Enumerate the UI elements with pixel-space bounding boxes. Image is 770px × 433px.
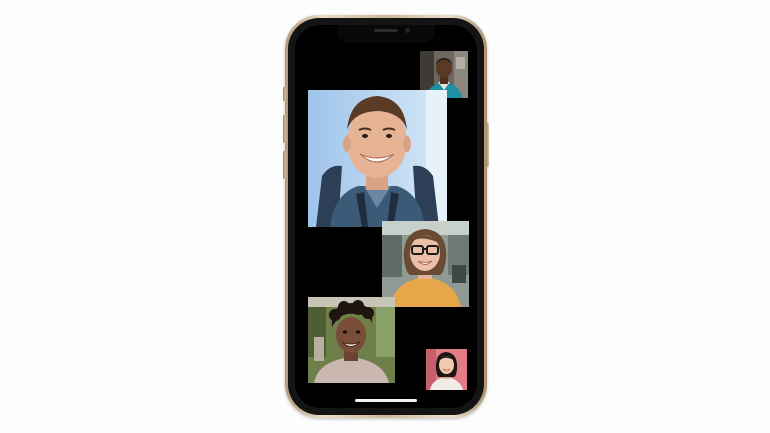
active-speaker-tile[interactable]	[308, 90, 447, 227]
facetime-screen[interactable]	[295, 25, 477, 408]
participant-tile[interactable]	[308, 297, 395, 383]
participant-tile[interactable]	[426, 349, 467, 390]
silent-switch	[283, 87, 286, 101]
home-indicator[interactable]	[355, 399, 417, 402]
participant-video	[382, 221, 469, 307]
phone-frame	[283, 15, 489, 418]
speaker-grille-icon	[374, 29, 398, 32]
volume-down-button	[283, 151, 286, 179]
notch	[337, 25, 435, 43]
participant-video	[426, 349, 467, 390]
front-camera-icon	[405, 28, 410, 33]
active-speaker-video	[308, 90, 447, 227]
stage	[0, 0, 770, 433]
participant-tile[interactable]	[382, 221, 469, 307]
volume-up-button	[283, 115, 286, 143]
bezel	[288, 18, 484, 415]
participant-video	[308, 297, 395, 383]
side-button	[486, 123, 489, 167]
